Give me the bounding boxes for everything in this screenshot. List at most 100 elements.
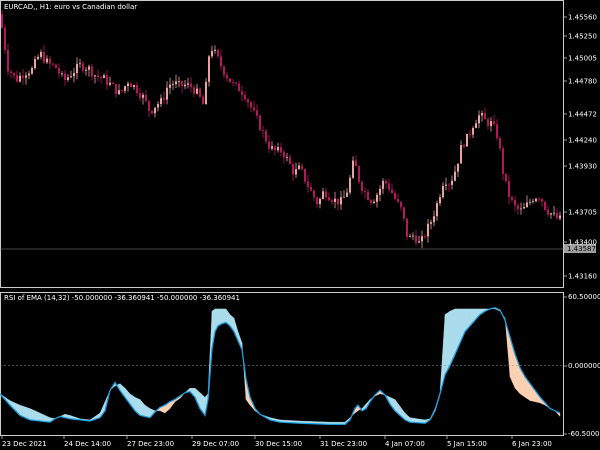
candle-body: [298, 165, 300, 170]
candle-body: [130, 83, 132, 87]
candle-body: [343, 196, 345, 198]
candle-body: [514, 199, 516, 206]
candle-body: [457, 163, 459, 172]
candle-body: [70, 76, 72, 78]
candle-body: [184, 84, 186, 87]
candle-body: [94, 75, 96, 77]
candle-body: [178, 81, 180, 82]
candle-body: [25, 75, 27, 78]
time-axis-label: 4 Jan 07:00: [385, 440, 425, 448]
candle-body: [544, 201, 546, 210]
candle-body: [226, 74, 228, 79]
candle-body: [61, 73, 63, 75]
candle-body: [376, 194, 378, 202]
price-axis-label: 1.43160: [568, 273, 597, 281]
candle-body: [232, 82, 234, 83]
candle-body: [373, 201, 375, 203]
candle-body: [445, 184, 447, 186]
candle-body: [103, 75, 105, 79]
candle-body: [307, 181, 309, 187]
candle-body: [469, 133, 471, 135]
candle-body: [286, 156, 288, 158]
candle-body: [352, 160, 354, 178]
price-axis-label: 1.44240: [568, 137, 597, 145]
chart-canvas[interactable]: EURCAD,, H1: euro vs Canadian dollar 1.4…: [0, 0, 600, 450]
candle-body: [193, 87, 195, 94]
candle-body: [331, 200, 333, 202]
candle-body: [442, 185, 444, 198]
candle-body: [487, 119, 489, 127]
candle-body: [40, 52, 42, 57]
candle-body: [466, 133, 468, 147]
candle-body: [511, 197, 513, 200]
candle-body: [520, 208, 522, 210]
candle-body: [214, 49, 216, 51]
candle-body: [223, 66, 225, 75]
candle-body: [490, 121, 492, 127]
candle-body: [385, 180, 387, 184]
candle-body: [121, 90, 123, 91]
candle-body: [325, 191, 327, 198]
indicator-title: RSI of EMA (14,32) -50.000000 -36.360941…: [4, 294, 240, 302]
candle-body: [244, 94, 246, 100]
candle-body: [169, 84, 171, 88]
candle-body: [175, 81, 177, 85]
candle-body: [538, 198, 540, 200]
candle-body: [415, 235, 417, 243]
candle-body: [43, 52, 45, 63]
candle-body: [526, 202, 528, 208]
candle-body: [409, 236, 411, 238]
candle-body: [76, 63, 78, 74]
candle-body: [349, 177, 351, 193]
candle-body: [439, 197, 441, 204]
candle-body: [394, 193, 396, 199]
candle-body: [4, 27, 6, 50]
candle-body: [421, 236, 423, 242]
candle-body: [529, 201, 531, 203]
candle-body: [1, 14, 3, 28]
candle-body: [7, 49, 9, 72]
candle-body: [52, 63, 54, 65]
candle-body: [277, 147, 279, 151]
time-axis-label: 24 Dec 14:00: [64, 440, 111, 448]
candle-body: [229, 78, 231, 83]
candle-body: [88, 66, 90, 70]
time-axis-label: 23 Dec 2021: [2, 440, 47, 448]
candle-body: [295, 169, 297, 175]
candle-body: [235, 82, 237, 84]
candle-body: [502, 148, 504, 174]
candle-body: [151, 110, 153, 114]
candle-body: [340, 197, 342, 205]
candle-body: [199, 88, 201, 97]
candle-body: [406, 218, 408, 238]
candle-body: [100, 76, 102, 79]
candle-body: [22, 75, 24, 78]
candle-body: [310, 186, 312, 191]
candle-body: [241, 91, 243, 95]
candle-body: [523, 207, 525, 209]
candle-body: [271, 146, 273, 149]
candle-body: [535, 198, 537, 202]
candle-body: [115, 84, 117, 95]
candle-body: [346, 192, 348, 197]
candle-body: [13, 73, 15, 76]
candle-body: [361, 181, 363, 191]
candle-body: [451, 180, 453, 185]
candle-body: [208, 56, 210, 82]
candle-body: [85, 69, 87, 71]
candle-body: [379, 188, 381, 195]
candle-body: [499, 138, 501, 149]
candle-body: [532, 201, 534, 203]
candle-body: [79, 63, 81, 65]
candle-body: [355, 160, 357, 167]
candle-body: [454, 171, 456, 181]
candle-body: [550, 213, 552, 215]
indicator-axis-label-bottom: -60.500000: [568, 430, 600, 438]
candle-body: [67, 77, 69, 80]
candle-body: [478, 115, 480, 124]
candle-body: [448, 184, 450, 186]
candle-body: [493, 121, 495, 125]
candle-body: [274, 146, 276, 151]
candle-body: [418, 241, 420, 243]
candle-body: [112, 82, 114, 85]
